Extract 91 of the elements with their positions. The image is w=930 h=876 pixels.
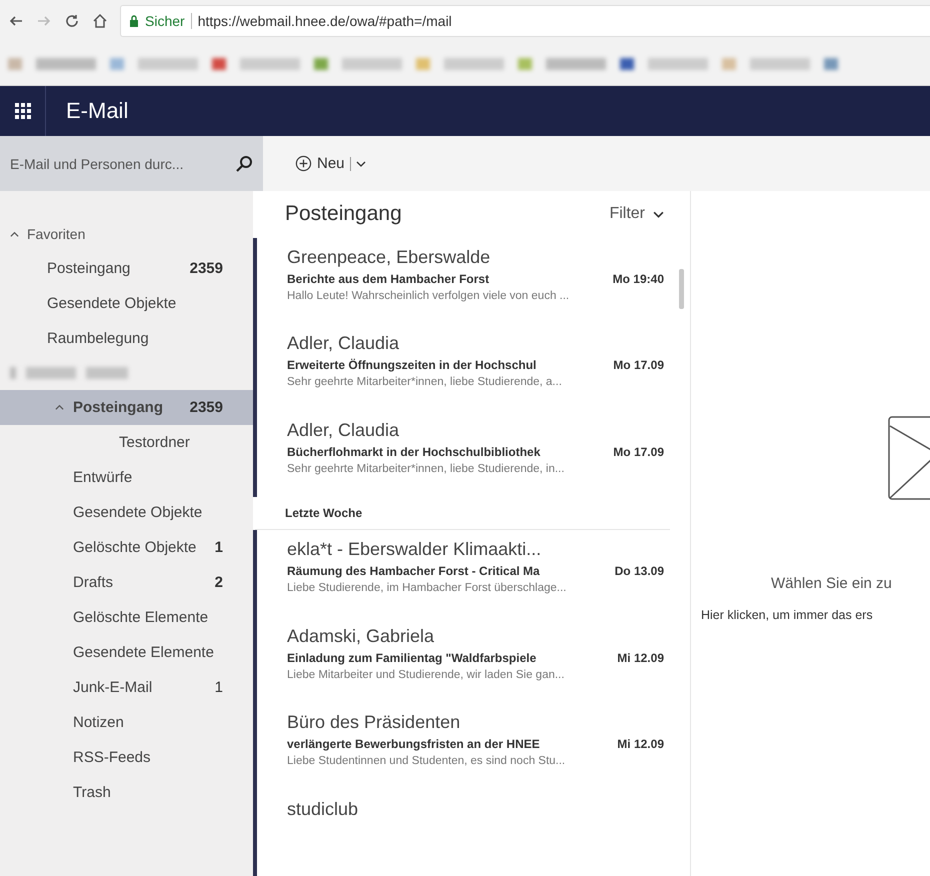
search-input[interactable]: E-Mail und Personen durc... bbox=[8, 154, 231, 172]
message-item[interactable]: ekla*t - Eberswalder Klimaakti... Räumung des Hambacher Forst - Critical Ma Do 13.09 Liebe Studierende, im Hambacher Forst überschlage... bbox=[253, 530, 690, 616]
message-item[interactable]: Adamski, Gabriela Einladung zum Familientag "Waldfarbspiele Mi 12.09 Liebe Mitarbeiter und Studierende, wir laden Sie gan... bbox=[253, 616, 690, 704]
folder-label: Entwürfe bbox=[73, 469, 134, 486]
message-preview: Sehr geehrte Mitarbeiter*innen, liebe Studierende, a... bbox=[287, 376, 563, 388]
message-subject: Bücherflohmarkt in der Hochschulbibliothek bbox=[287, 444, 540, 459]
folder-label: Notizen bbox=[73, 714, 125, 731]
folder-label: Junk-E-Mail bbox=[73, 679, 154, 696]
filter-button[interactable]: Filter bbox=[609, 205, 664, 224]
unread-count: 1 bbox=[214, 679, 223, 696]
list-title: Posteingang bbox=[285, 202, 402, 226]
message-item[interactable]: Büro des Präsidenten verlängerte Bewerbungsfristen an der HNEE Mi 12.09 Liebe Studentinnen und Studenten, es sind noch Stu... bbox=[253, 703, 690, 790]
folder-label: Gesendete Elemente bbox=[73, 644, 215, 661]
chevron-down-icon[interactable] bbox=[356, 160, 366, 166]
app-title: E-Mail bbox=[65, 98, 128, 124]
folder-item[interactable]: Posteingang 2359 bbox=[0, 251, 253, 286]
folder-item[interactable]: Trash bbox=[0, 775, 253, 810]
folder-label: Posteingang bbox=[47, 260, 132, 277]
home-icon[interactable] bbox=[92, 13, 108, 29]
message-date: Mo 19:40 bbox=[612, 272, 664, 286]
unread-count: 2 bbox=[214, 574, 223, 591]
folder-label: Raumbelegung bbox=[47, 330, 150, 347]
folder-item[interactable]: Posteingang 2359 bbox=[0, 390, 253, 425]
message-sender: Adler, Claudia bbox=[287, 333, 400, 354]
message-date: Mo 17.09 bbox=[613, 444, 664, 459]
unread-count: 2359 bbox=[190, 399, 223, 416]
folder-item[interactable]: Drafts 2 bbox=[0, 565, 253, 600]
date-group-header: Letzte Woche bbox=[255, 497, 670, 530]
message-subject: Erweiterte Öffnungszeiten in der Hochschul bbox=[287, 358, 536, 372]
search-field[interactable]: E-Mail und Personen durc... bbox=[0, 136, 263, 191]
caret-icon[interactable] bbox=[55, 403, 64, 412]
scrollbar-thumb[interactable] bbox=[679, 269, 684, 309]
new-button[interactable]: Neu bbox=[291, 151, 370, 176]
reading-pane-link[interactable]: Hier klicken, um immer das ers bbox=[691, 608, 873, 622]
plus-circle-icon bbox=[295, 155, 312, 172]
folder-label: Gelöschte Objekte bbox=[73, 539, 198, 556]
message-subject: Räumung des Hambacher Forst - Critical Ma bbox=[287, 564, 540, 578]
message-item[interactable]: studiclub bbox=[253, 790, 690, 876]
folder-item[interactable]: Junk-E-Mail 1 bbox=[0, 670, 253, 705]
folder-item[interactable]: Gesendete Objekte bbox=[0, 286, 253, 321]
message-preview: Liebe Mitarbeiter und Studierende, wir laden Sie gan... bbox=[287, 668, 566, 680]
chevron-down-icon bbox=[653, 210, 664, 218]
unread-count: 2359 bbox=[190, 260, 223, 277]
reading-pane-title: Wählen Sie ein zu bbox=[770, 575, 892, 592]
envelope-icon bbox=[888, 416, 930, 500]
folder-label: Testordner bbox=[119, 434, 191, 451]
lock-icon bbox=[129, 15, 139, 27]
message-preview: Sehr geehrte Mitarbeiter*innen, liebe Studierende, in... bbox=[287, 462, 566, 475]
folder-label: Posteingang bbox=[73, 399, 164, 416]
message-sender: Greenpeace, Eberswalde bbox=[287, 246, 492, 268]
url-text: https://webmail.hnee.de/owa/#path=/mail bbox=[198, 13, 452, 29]
folder-label: Drafts bbox=[73, 574, 114, 591]
message-date: Mi 12.09 bbox=[617, 737, 664, 752]
message-sender: studiclub bbox=[287, 798, 360, 820]
caret-icon[interactable] bbox=[10, 230, 19, 238]
folder-item[interactable]: Gelöschte Objekte 1 bbox=[0, 530, 253, 565]
message-date: Mi 12.09 bbox=[617, 650, 664, 664]
message-subject: Berichte aus dem Hambacher Forst bbox=[287, 272, 490, 286]
folder-label: Gesendete Objekte bbox=[73, 504, 204, 521]
secure-label: Sicher bbox=[145, 13, 185, 29]
unread-count: 1 bbox=[214, 539, 223, 556]
folder-item[interactable]: Gelöschte Elemente bbox=[0, 600, 253, 635]
message-subject: Einladung zum Familientag "Waldfarbspiele bbox=[287, 650, 536, 664]
folder-item[interactable]: Gesendete Objekte bbox=[0, 495, 253, 530]
message-item[interactable]: Adler, Claudia Bücherflohmarkt in der Hochschulbibliothek Mo 17.09 Sehr geehrte Mitarbeiter*innen, liebe Studierende, in... bbox=[253, 410, 690, 498]
folder-label: Gesendete Objekte bbox=[47, 295, 178, 312]
folder-item[interactable]: Notizen bbox=[0, 705, 253, 740]
reload-icon[interactable] bbox=[64, 13, 80, 29]
folder-item[interactable]: RSS-Feeds bbox=[0, 740, 253, 775]
message-item[interactable]: Adler, Claudia Erweiterte Öffnungszeiten in der Hochschul Mo 17.09 Sehr geehrte Mitarbeiter*innen, liebe Studierende, a... bbox=[253, 324, 690, 411]
folder-group-header[interactable]: Favoriten bbox=[0, 217, 253, 251]
grid-icon bbox=[14, 103, 30, 119]
search-icon[interactable] bbox=[235, 154, 253, 172]
folder-item[interactable]: Entwürfe bbox=[0, 460, 253, 495]
folder-label: Trash bbox=[73, 784, 112, 801]
folder-item[interactable]: Gesendete Elemente bbox=[0, 635, 253, 670]
message-subject: verlängerte Bewerbungsfristen an der HNEE bbox=[287, 737, 540, 752]
message-preview: Liebe Studentinnen und Studenten, es sind noch Stu... bbox=[287, 755, 566, 768]
message-date: Mo 17.09 bbox=[613, 358, 664, 372]
message-sender: Adler, Claudia bbox=[287, 420, 400, 441]
folder-label: RSS-Feeds bbox=[73, 749, 152, 766]
message-preview: Liebe Studierende, im Hambacher Forst überschlage... bbox=[287, 582, 568, 594]
message-sender: Büro des Präsidenten bbox=[287, 712, 462, 734]
message-date: Do 13.09 bbox=[614, 564, 664, 578]
folder-item[interactable]: Testordner bbox=[0, 425, 253, 460]
address-bar[interactable]: Sicher https://webmail.hnee.de/owa/#path=/mail bbox=[120, 5, 930, 37]
folder-item[interactable]: Raumbelegung bbox=[0, 321, 253, 356]
message-sender: ekla*t - Eberswalder Klimaakti... bbox=[287, 538, 542, 560]
message-sender: Adamski, Gabriela bbox=[287, 626, 436, 646]
folder-label: Gelöschte Elemente bbox=[73, 609, 210, 626]
message-preview: Hallo Leute! Wahrscheinlich verfolgen viele von euch ... bbox=[287, 290, 570, 302]
